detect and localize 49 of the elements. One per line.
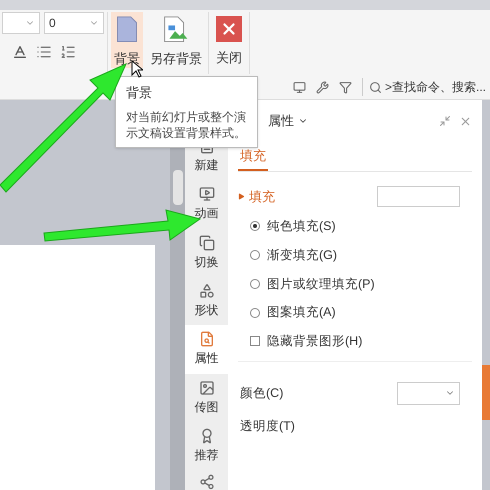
page-icon: [116, 16, 138, 42]
radio-option[interactable]: 渐变填充(G): [250, 246, 472, 264]
side-tab[interactable]: 形状: [185, 276, 228, 326]
close-icon: [216, 16, 242, 42]
radio-option[interactable]: 图片或纹理填充(P): [250, 274, 472, 294]
font-field[interactable]: [2, 12, 40, 34]
search-box[interactable]: >查找命令、搜索...: [362, 78, 486, 96]
triangle-icon: [238, 193, 245, 200]
search-icon: [368, 80, 382, 94]
color-dropdown[interactable]: [397, 382, 460, 405]
radio-option[interactable]: 图案填充(A): [250, 303, 472, 322]
radio-button[interactable]: [250, 278, 260, 289]
field-label: 颜色(C): [240, 384, 284, 402]
document-search-icon: [198, 331, 214, 348]
input-field[interactable]: [377, 186, 460, 207]
wrench-icon[interactable]: [316, 80, 329, 94]
side-tab[interactable]: 切换: [185, 228, 228, 277]
monitor-icon[interactable]: [292, 80, 306, 94]
checkbox[interactable]: [250, 336, 260, 346]
filter-icon[interactable]: [338, 80, 352, 94]
image-icon: [198, 380, 214, 396]
share-icon[interactable]: [198, 474, 214, 490]
monitor-icon: [198, 186, 214, 202]
minimize-icon[interactable]: [439, 114, 451, 126]
tooltip-title: 背景: [126, 84, 153, 102]
side-tab[interactable]: 动画: [185, 180, 228, 229]
panel-title: 属性: [268, 112, 294, 130]
shapes-icon: [198, 283, 214, 300]
copy-icon: [198, 234, 214, 251]
field-label: 透明度(T): [239, 418, 296, 435]
size-field[interactable]: 0: [44, 12, 104, 34]
section-header[interactable]: 填充: [238, 186, 275, 206]
numbered-list-icon[interactable]: [60, 44, 76, 60]
side-tab[interactable]: 传图: [185, 374, 228, 422]
bullet-list-icon[interactable]: [36, 44, 52, 60]
panel-handle[interactable]: [482, 365, 490, 420]
side-tab[interactable]: 属性: [185, 325, 228, 374]
radio-button[interactable]: [250, 308, 260, 318]
font-color-icon[interactable]: [12, 44, 28, 60]
radio-option[interactable]: 纯色填充(S): [250, 217, 472, 236]
tooltip-text: 对当前幻灯片或整个演示文稿设置背景样式。: [126, 108, 247, 140]
side-tab[interactable]: 推荐: [185, 422, 228, 470]
checkbox-option[interactable]: 隐藏背景图形(H): [250, 332, 472, 351]
picture-page-icon: [163, 16, 189, 42]
close-icon[interactable]: [459, 114, 472, 128]
ribbon-button[interactable]: 关闭: [213, 12, 245, 68]
radio-button[interactable]: [250, 221, 260, 232]
ribbon-button[interactable]: 另存背景: [147, 12, 205, 68]
radio-button[interactable]: [250, 250, 260, 260]
